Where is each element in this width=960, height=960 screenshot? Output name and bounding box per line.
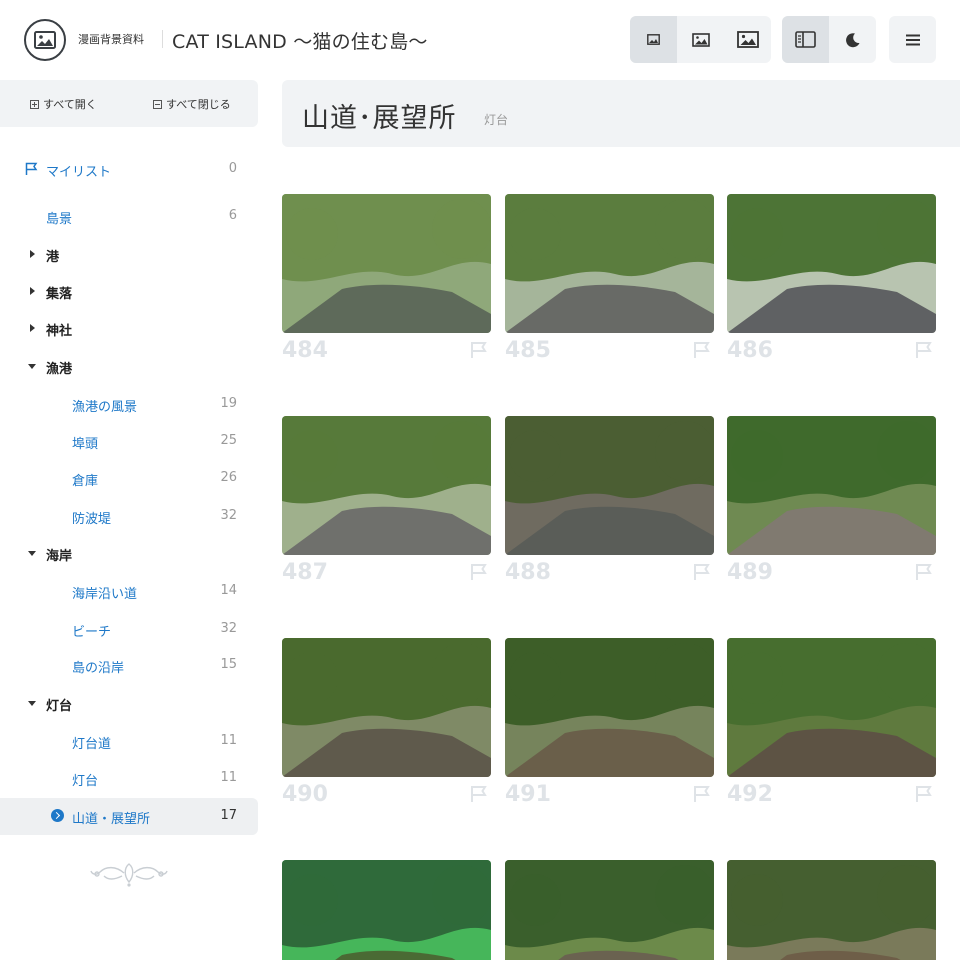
flag-icon[interactable]	[915, 341, 933, 359]
sidebar-item-coastal-road[interactable]: 海岸沿い道 14	[0, 573, 258, 610]
sidebar-icon[interactable]	[782, 16, 829, 63]
site-title[interactable]: CAT ISLAND 〜猫の住む島〜	[172, 27, 428, 54]
brand-label[interactable]: 漫画背景資料	[78, 31, 144, 47]
image-medium-icon[interactable]	[677, 16, 724, 63]
photo-thumbnail[interactable]	[727, 194, 936, 333]
photo-thumbnail[interactable]	[727, 860, 936, 960]
photo-image	[505, 416, 714, 555]
sidebar-item-pier[interactable]: 埠頭 25	[0, 423, 258, 460]
photo-number: 484	[282, 338, 328, 363]
sidebar-item-coast[interactable]: 海岸	[0, 535, 258, 572]
sidebar-item-warehouse[interactable]: 倉庫 26	[0, 460, 258, 497]
flag-icon[interactable]	[693, 785, 711, 803]
header: 漫画背景資料 CAT ISLAND 〜猫の住む島〜	[0, 0, 960, 80]
thumbnail-size-group	[630, 16, 771, 63]
page-subtitle: 灯台	[484, 113, 509, 127]
caret-down-icon	[28, 551, 36, 556]
flag-icon[interactable]	[693, 563, 711, 581]
logo-icon[interactable]	[24, 19, 66, 61]
photo-image	[727, 860, 936, 960]
photo-thumbnail[interactable]	[505, 194, 714, 333]
photo-number: 488	[505, 560, 551, 585]
sidebar-item-beach[interactable]: ビーチ 32	[0, 611, 258, 648]
sidebar-item-lighthouse-road[interactable]: 灯台道 11	[0, 723, 258, 760]
photo-image	[727, 416, 936, 555]
flag-icon[interactable]	[470, 341, 488, 359]
sidebar-item-port[interactable]: 港	[0, 236, 258, 273]
photo-number: 489	[727, 560, 773, 585]
flag-icon[interactable]	[470, 563, 488, 581]
page-title: 山道･展望所	[302, 103, 457, 134]
menu-button	[889, 16, 936, 63]
flag-icon[interactable]	[915, 785, 933, 803]
expand-icon	[30, 99, 39, 109]
image-small-icon[interactable]	[630, 16, 677, 63]
photo-thumbnail[interactable]	[282, 860, 491, 960]
photo-thumbnail[interactable]	[727, 416, 936, 555]
moon-icon[interactable]	[829, 16, 876, 63]
photo-thumbnail[interactable]	[282, 416, 491, 555]
sidebar-item-mountain-path[interactable]: 山道・展望所 17	[0, 798, 258, 835]
photo-image	[505, 638, 714, 777]
image-large-icon[interactable]	[724, 16, 771, 63]
photo-thumbnail[interactable]	[282, 638, 491, 777]
photo-image	[727, 638, 936, 777]
flag-icon[interactable]	[470, 785, 488, 803]
photo-thumbnail[interactable]	[505, 416, 714, 555]
photo-image	[727, 194, 936, 333]
photo-thumbnail[interactable]	[282, 194, 491, 333]
menu-icon[interactable]	[889, 16, 936, 63]
photo-image	[505, 860, 714, 960]
caret-right-icon	[30, 287, 35, 295]
tree-toggle-bar: すべて開く すべて閉じる	[0, 80, 258, 127]
sidebar-item-fishing-port[interactable]: 漁港	[0, 348, 258, 385]
photo-image	[282, 416, 491, 555]
photo-thumbnail[interactable]	[505, 638, 714, 777]
photo-image	[282, 194, 491, 333]
sidebar-item-village[interactable]: 集落	[0, 273, 258, 310]
collapse-all-button[interactable]: すべて閉じる	[153, 96, 231, 112]
photo-number: 487	[282, 560, 328, 585]
sidebar-item-lighthouse[interactable]: 灯台 11	[0, 760, 258, 797]
sidebar-item-lighthouse-category[interactable]: 灯台	[0, 685, 258, 722]
flag-icon	[25, 162, 38, 175]
sidebar-item-island-view[interactable]: 島景 6	[0, 198, 258, 235]
collapse-icon	[153, 99, 162, 109]
photo-number: 486	[727, 338, 773, 363]
photo-number: 485	[505, 338, 551, 363]
chevron-right-circle-icon	[51, 809, 64, 822]
page-header: 山道･展望所 灯台	[282, 80, 960, 147]
photo-image	[282, 860, 491, 960]
sidebar-item-mylist[interactable]: マイリスト 0	[0, 151, 258, 188]
ornament-icon	[90, 863, 168, 887]
photo-thumbnail[interactable]	[727, 638, 936, 777]
sidebar-item-fishing-port-scenery[interactable]: 漁港の風景 19	[0, 386, 258, 423]
sidebar-item-shrine[interactable]: 神社	[0, 310, 258, 347]
caret-right-icon	[30, 250, 35, 258]
expand-all-button[interactable]: すべて開く	[30, 96, 97, 112]
photo-image	[505, 194, 714, 333]
sidebar-item-island-shore[interactable]: 島の沿岸 15	[0, 647, 258, 684]
caret-right-icon	[30, 324, 35, 332]
caret-down-icon	[28, 701, 36, 706]
photo-thumbnail[interactable]	[505, 860, 714, 960]
sidebar-item-breakwater[interactable]: 防波堤 32	[0, 498, 258, 535]
photo-number: 490	[282, 782, 328, 807]
flag-icon[interactable]	[693, 341, 711, 359]
photo-image	[282, 638, 491, 777]
photo-number: 492	[727, 782, 773, 807]
flag-icon[interactable]	[915, 563, 933, 581]
header-divider	[162, 30, 163, 48]
caret-down-icon	[28, 364, 36, 369]
photo-number: 491	[505, 782, 551, 807]
view-options-group	[782, 16, 876, 63]
